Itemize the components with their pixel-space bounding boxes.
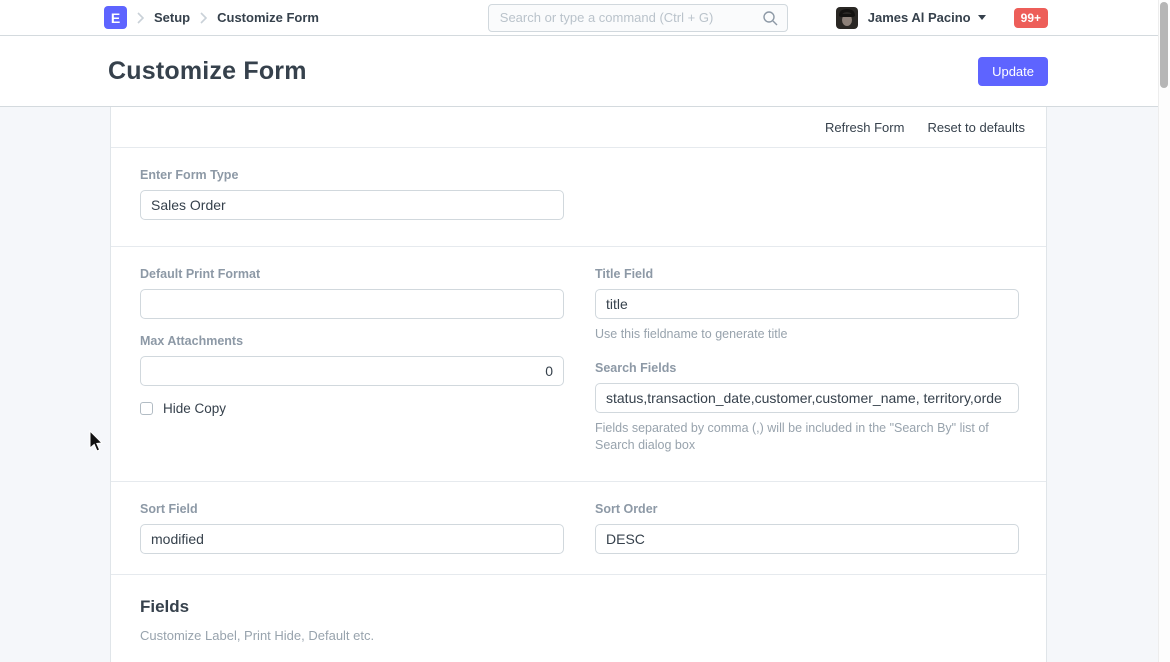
field-search-fields: Search Fields Fields separated by comma … <box>595 361 1019 455</box>
sort-field-label: Sort Field <box>140 502 564 516</box>
chevron-right-icon <box>199 12 208 24</box>
page-content: Refresh Form Reset to defaults Enter For… <box>0 107 1170 660</box>
navbar-right: James Al Pacino 99+ <box>488 4 1048 32</box>
search-icon[interactable] <box>762 10 779 32</box>
default-print-format-label: Default Print Format <box>140 267 564 281</box>
field-sort-field: Sort Field <box>140 502 564 554</box>
field-title-field: Title Field Use this fieldname to genera… <box>595 267 1019 344</box>
section-sort: Sort Field Sort Order <box>111 482 1046 575</box>
hide-copy-checkbox[interactable] <box>140 402 153 415</box>
field-sort-order: Sort Order <box>595 502 1019 554</box>
sort-order-input[interactable] <box>595 524 1019 554</box>
default-print-format-input[interactable] <box>140 289 564 319</box>
search-fields-input[interactable] <box>595 383 1019 413</box>
fields-heading: Fields <box>140 597 1017 617</box>
chevron-down-icon <box>978 15 986 20</box>
form-toolbar: Refresh Form Reset to defaults <box>111 107 1046 148</box>
refresh-form-link[interactable]: Refresh Form <box>825 120 904 135</box>
user-name: James Al Pacino <box>868 10 971 25</box>
field-default-print-format: Default Print Format <box>140 267 564 319</box>
breadcrumb-setup[interactable]: Setup <box>154 10 190 25</box>
form-type-input[interactable] <box>140 190 564 220</box>
sort-order-label: Sort Order <box>595 502 1019 516</box>
chevron-right-icon <box>136 12 145 24</box>
fields-description: Customize Label, Print Hide, Default etc… <box>140 628 1017 643</box>
breadcrumb-page[interactable]: Customize Form <box>217 10 319 25</box>
global-search <box>488 4 788 32</box>
search-fields-help: Fields separated by comma (,) will be in… <box>595 420 1019 455</box>
sort-field-input[interactable] <box>140 524 564 554</box>
form-type-label: Enter Form Type <box>140 168 1017 182</box>
app-logo[interactable]: E <box>104 6 127 29</box>
help-tab[interactable]: Help <box>153 659 182 662</box>
field-max-attachments: Max Attachments <box>140 334 564 386</box>
avatar <box>836 7 858 29</box>
page-title: Customize Form <box>108 57 307 86</box>
update-button[interactable]: Update <box>978 57 1048 86</box>
scrollbar-track[interactable] <box>1158 0 1170 662</box>
column-left: Default Print Format Max Attachments Hid… <box>140 267 564 455</box>
page-head: Customize Form Update <box>0 36 1170 107</box>
title-field-input[interactable] <box>595 289 1019 319</box>
title-field-label: Title Field <box>595 267 1019 281</box>
section-fields: Fields Customize Label, Print Hide, Defa… <box>111 575 1046 662</box>
section-options: Default Print Format Max Attachments Hid… <box>111 247 1046 482</box>
column-right: Title Field Use this fieldname to genera… <box>595 267 1019 455</box>
form-card: Refresh Form Reset to defaults Enter For… <box>110 107 1047 662</box>
reset-defaults-link[interactable]: Reset to defaults <box>927 120 1025 135</box>
user-menu[interactable]: James Al Pacino <box>836 7 986 29</box>
hide-copy-label: Hide Copy <box>163 401 226 416</box>
search-input[interactable] <box>489 5 787 31</box>
top-navbar: E Setup Customize Form <box>0 0 1170 36</box>
max-attachments-input[interactable] <box>140 356 564 386</box>
notification-badge[interactable]: 99+ <box>1014 8 1048 28</box>
search-fields-label: Search Fields <box>595 361 1019 375</box>
max-attachments-label: Max Attachments <box>140 334 564 348</box>
section-form-type: Enter Form Type <box>111 148 1046 247</box>
hide-copy-option[interactable]: Hide Copy <box>140 401 564 416</box>
title-field-help: Use this fieldname to generate title <box>595 326 1019 344</box>
scrollbar-thumb[interactable] <box>1160 2 1168 88</box>
